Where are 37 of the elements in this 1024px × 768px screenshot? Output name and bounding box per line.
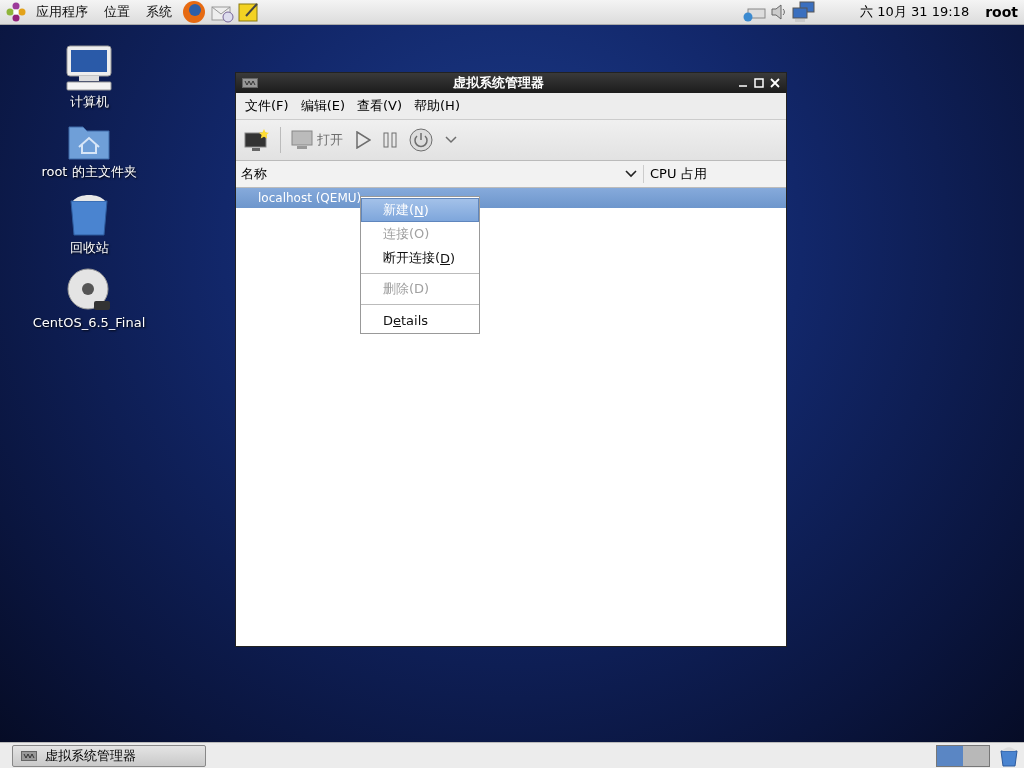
panel-menu[interactable]: 系统 (140, 3, 178, 21)
taskbar-button[interactable]: 虚拟系统管理器 (12, 744, 206, 767)
note-pencil-icon[interactable] (238, 1, 260, 23)
panel-menu[interactable]: 应用程序 (30, 3, 94, 21)
flower-logo-icon (6, 2, 26, 22)
computer-icon (65, 45, 113, 91)
caret-icon (445, 136, 457, 144)
dvd-icon (66, 267, 112, 313)
trash-icon[interactable] (998, 744, 1020, 767)
menu-item[interactable]: 帮助(H) (409, 97, 465, 115)
context-menu-item[interactable]: 断开连接(D) (361, 246, 479, 270)
column-heading[interactable]: 名称 (236, 165, 625, 183)
menu-item[interactable]: 文件(F) (240, 97, 294, 115)
desktop-icon-label[interactable]: 计算机 (69, 93, 109, 111)
desktop-icon-label[interactable]: 回收站 (69, 239, 109, 257)
monitor-icon (291, 130, 313, 150)
network-computers-icon[interactable] (792, 1, 817, 23)
play-icon (355, 131, 371, 149)
desktop-icon-label[interactable]: CentOS_6.5_Final (32, 315, 146, 330)
window-title: 虚拟系统管理器 (451, 74, 545, 92)
menu-item[interactable]: 编辑(E) (295, 97, 350, 115)
maximize-icon[interactable] (754, 78, 764, 88)
clock[interactable]: 六 10月 31 19:18 (860, 3, 970, 21)
vm-logo-icon (21, 750, 37, 761)
user-name[interactable]: root (985, 4, 1018, 20)
vm-logo-icon (242, 78, 258, 88)
column-heading[interactable]: CPU 占用 (643, 165, 786, 183)
close-icon[interactable] (770, 78, 780, 88)
menu-item[interactable]: 查看(V) (352, 97, 408, 115)
monitor-star-icon (244, 128, 270, 152)
desktop-icon-label[interactable]: root 的主文件夹 (41, 163, 137, 181)
power-icon (409, 128, 433, 152)
panel-menu[interactable]: 位置 (98, 3, 136, 21)
workspace[interactable] (963, 745, 989, 766)
caret-icon (625, 170, 637, 178)
context-menu-item[interactable]: Details (361, 308, 479, 332)
pause-icon (383, 132, 397, 148)
